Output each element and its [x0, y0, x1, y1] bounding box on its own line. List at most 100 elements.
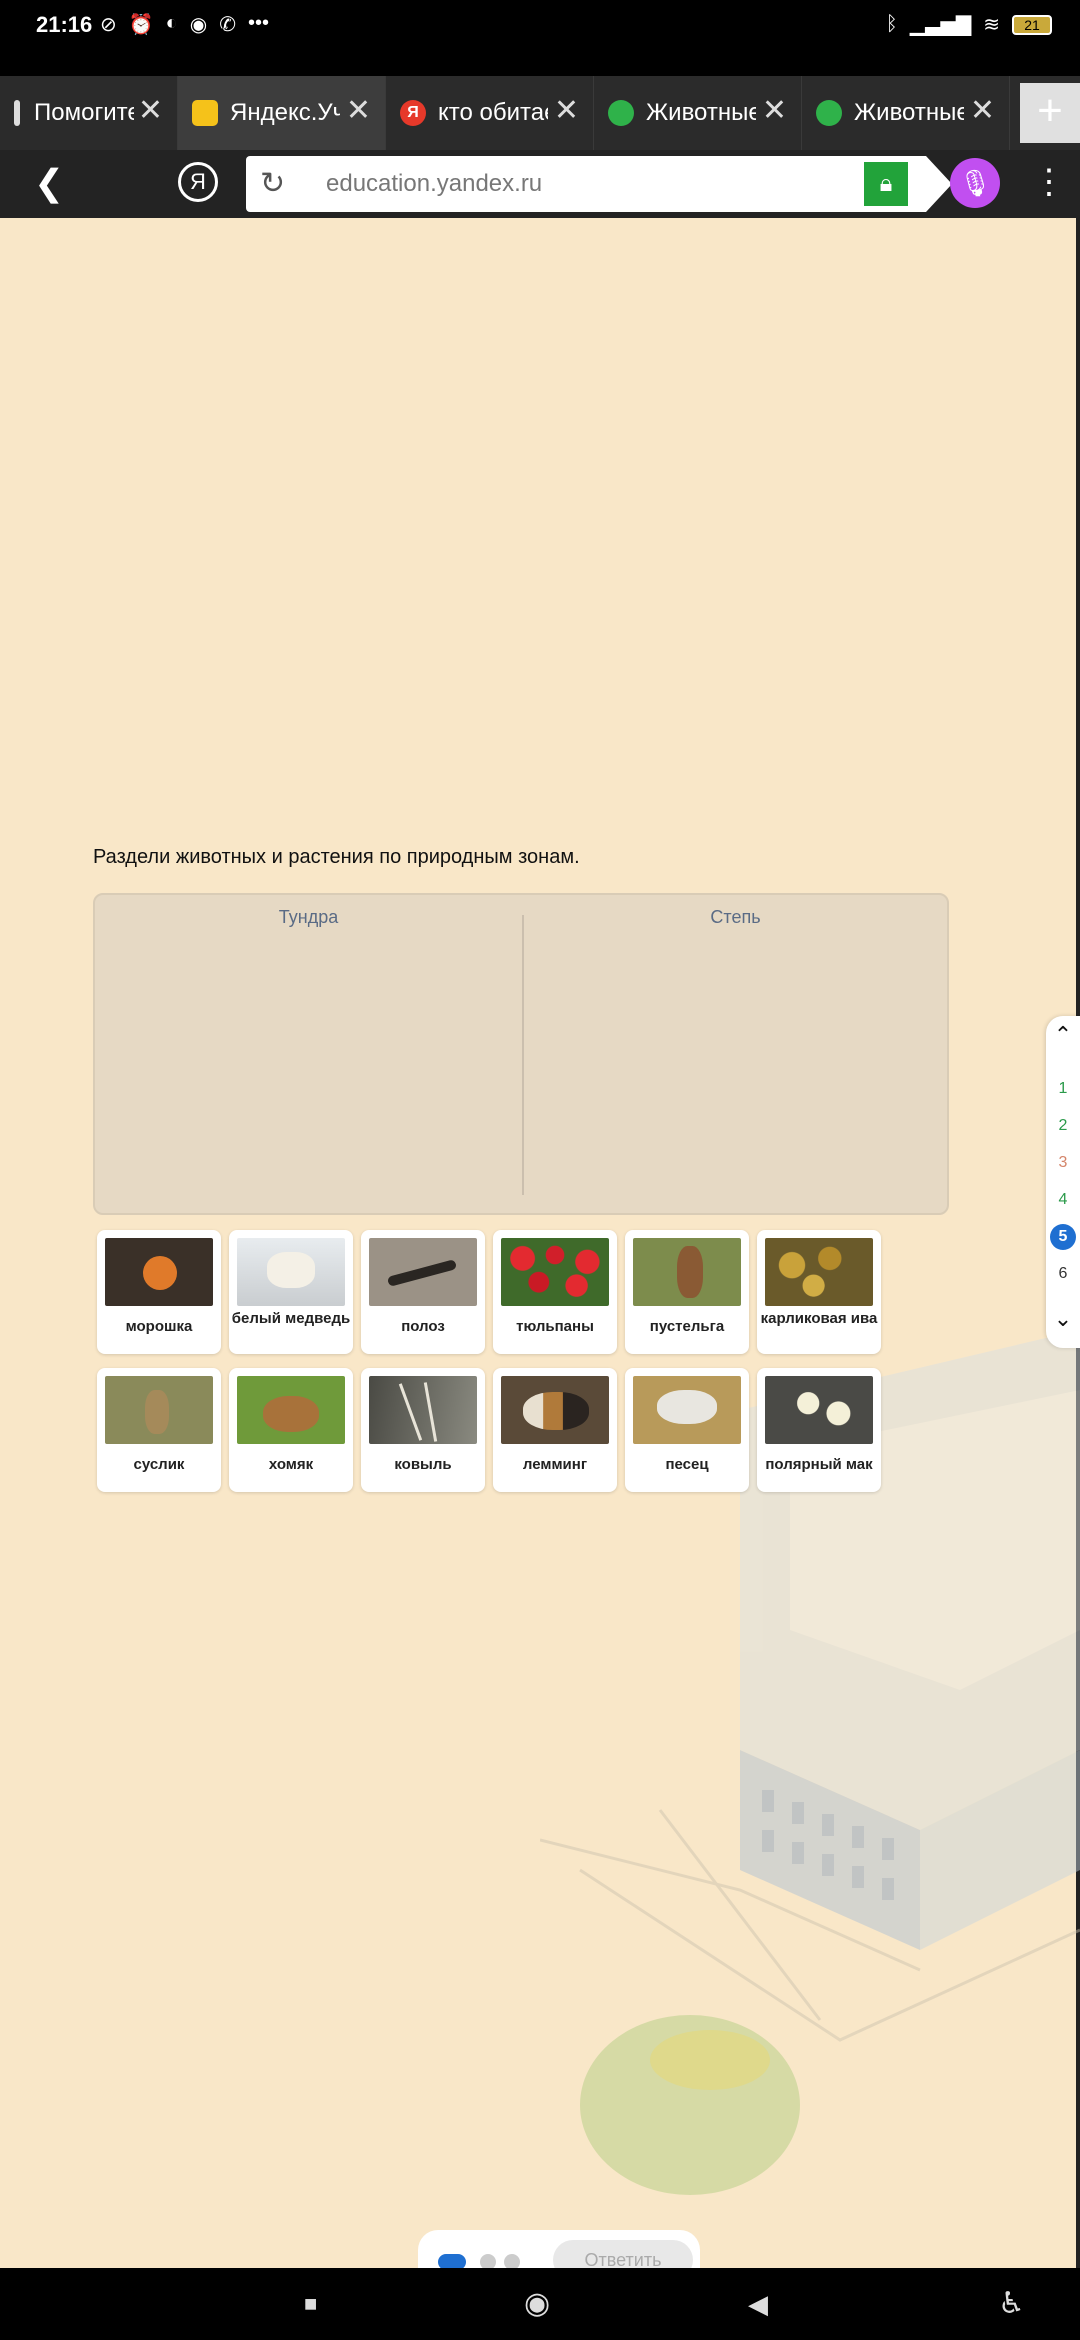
draggable-card[interactable]: лемминг: [493, 1368, 617, 1492]
ground-squirrel-image: [105, 1376, 213, 1444]
hamster-image: [237, 1376, 345, 1444]
card-label: тюльпаны: [516, 1318, 594, 1335]
card-label: суслик: [133, 1456, 185, 1473]
app-icon: ◐: [165, 12, 178, 34]
tab-strip: Помогите ✕ Яндекс.Уч ✕ Я кто обитает ✕ Ж…: [0, 76, 1080, 150]
home-icon[interactable]: ◉: [524, 2284, 550, 2324]
viber-icon: ✆: [219, 14, 236, 36]
card-label: карликовая ива: [760, 1310, 878, 1327]
tab-title: Помогите: [34, 99, 134, 126]
tulips-image: [501, 1238, 609, 1306]
yandex-icon: Я: [400, 100, 426, 126]
tab-2[interactable]: Яндекс.Уч ✕: [178, 76, 386, 150]
yandex-button[interactable]: Я: [178, 162, 218, 202]
card-label: полоз: [401, 1318, 445, 1335]
answer-button[interactable]: Ответить: [553, 2240, 693, 2270]
tab-4[interactable]: Животные ✕: [594, 76, 802, 150]
kestrel-image: [633, 1238, 741, 1306]
draggable-card[interactable]: пустельга: [625, 1230, 749, 1354]
card-label: морошка: [125, 1318, 193, 1335]
close-icon[interactable]: ✕: [346, 96, 371, 126]
recents-icon[interactable]: ■: [304, 2284, 317, 2324]
globe-icon: [608, 100, 634, 126]
more-notifications-icon: •••: [247, 12, 269, 34]
card-label: полярный мак: [765, 1456, 873, 1473]
card-label: белый медведь: [231, 1310, 351, 1327]
wifi-icon: ≋: [983, 14, 1000, 36]
draggable-card[interactable]: полярный мак: [757, 1368, 881, 1492]
system-navigation-bar: ■ ◉ ◀ ♿︎: [0, 2268, 1080, 2340]
question-navigator: ⌃ 1 2 3 4 5 6 ⌄: [1046, 1016, 1080, 1348]
more-menu-icon[interactable]: ⋮: [1032, 162, 1066, 202]
mute-icon: ⊘: [100, 14, 117, 36]
signal-icon: ▁▃▅▇: [909, 14, 972, 36]
draggable-card[interactable]: песец: [625, 1368, 749, 1492]
arctic-fox-image: [633, 1376, 741, 1444]
microphone-icon[interactable]: 🎙︎: [950, 158, 1000, 208]
status-bar: 21:16 ⊘ ⏰ ◐ ◉ ✆ ••• ᛒ ▁▃▅▇ ≋ 21: [0, 0, 1080, 76]
chevron-up-icon[interactable]: ⌃: [1046, 1022, 1080, 1048]
draggable-card[interactable]: карликовая ива: [757, 1230, 881, 1354]
drop-zone-tundra[interactable]: Тундра: [95, 895, 522, 1213]
drop-zone-steppe[interactable]: Степь: [522, 895, 949, 1213]
tab-title: кто обитает: [438, 99, 548, 126]
draggable-card[interactable]: тюльпаны: [493, 1230, 617, 1354]
tab-1[interactable]: Помогите ✕: [0, 76, 178, 150]
lock-icon[interactable]: 🔒︎: [864, 162, 908, 206]
question-5[interactable]: 5: [1050, 1224, 1076, 1250]
chevron-down-icon[interactable]: ⌄: [1046, 1306, 1080, 1332]
bottom-pager: Ответить: [418, 2230, 700, 2270]
back-nav-icon[interactable]: ◀: [748, 2284, 768, 2324]
draggable-card[interactable]: хомяк: [229, 1368, 353, 1492]
card-label: песец: [665, 1456, 709, 1473]
url-field[interactable]: ↻ education.yandex.ru 🔒︎: [246, 156, 952, 212]
dwarf-willow-image: [765, 1238, 873, 1306]
question-3[interactable]: 3: [1050, 1150, 1076, 1176]
tab-favicon: [14, 100, 20, 126]
draggable-card[interactable]: суслик: [97, 1368, 221, 1492]
draggable-card[interactable]: полоз: [361, 1230, 485, 1354]
tab-title: Животные: [854, 99, 964, 126]
cloudberry-image: [105, 1238, 213, 1306]
reload-icon[interactable]: ↻: [260, 166, 285, 201]
task-instruction: Раздели животных и растения по природным…: [93, 846, 580, 868]
clock: 21:16: [36, 12, 93, 37]
card-label: лемминг: [522, 1456, 588, 1473]
draggable-card[interactable]: белый медведь: [229, 1230, 353, 1354]
card-label: хомяк: [268, 1456, 314, 1473]
back-icon[interactable]: ❮: [34, 164, 64, 202]
close-icon[interactable]: ✕: [762, 96, 787, 126]
battery-icon: 21: [1012, 14, 1052, 35]
snake-image: [369, 1238, 477, 1306]
lemming-image: [501, 1376, 609, 1444]
draggable-card[interactable]: ковыль: [361, 1368, 485, 1492]
question-1[interactable]: 1: [1050, 1076, 1076, 1102]
url-text[interactable]: education.yandex.ru: [326, 170, 542, 198]
close-icon[interactable]: ✕: [554, 96, 579, 126]
sorting-board: Тундра Степь: [93, 893, 949, 1215]
polar-bear-image: [237, 1238, 345, 1306]
close-icon[interactable]: ✕: [970, 96, 995, 126]
alarm-icon: ⏰: [128, 14, 154, 36]
tab-3[interactable]: Я кто обитает ✕: [386, 76, 594, 150]
zone-title: Степь: [710, 907, 761, 927]
tab-5[interactable]: Животные ✕: [802, 76, 1010, 150]
close-icon[interactable]: ✕: [138, 96, 163, 126]
notification-icons: ⊘ ⏰ ◐ ◉ ✆ •••: [100, 12, 269, 37]
question-2[interactable]: 2: [1050, 1113, 1076, 1139]
tab-title: Животные: [646, 99, 756, 126]
globe-icon: [816, 100, 842, 126]
system-icons: ᛒ ▁▃▅▇ ≋ 21: [886, 12, 1052, 37]
question-6[interactable]: 6: [1050, 1261, 1076, 1287]
feather-grass-image: [369, 1376, 477, 1444]
new-tab-button[interactable]: +: [1020, 83, 1080, 143]
zone-title: Тундра: [278, 907, 339, 927]
bluetooth-icon: ᛒ: [885, 13, 898, 35]
tab-title: Яндекс.Уч: [230, 99, 340, 126]
card-label: ковыль: [394, 1456, 452, 1473]
address-bar: ❮ Я ↻ education.yandex.ru 🔒︎ 🎙︎ ⋮: [0, 150, 1080, 218]
chrome-icon: ◉: [189, 14, 208, 36]
question-4[interactable]: 4: [1050, 1187, 1076, 1213]
draggable-card[interactable]: морошка: [97, 1230, 221, 1354]
accessibility-icon[interactable]: ♿︎: [998, 2284, 1025, 2324]
